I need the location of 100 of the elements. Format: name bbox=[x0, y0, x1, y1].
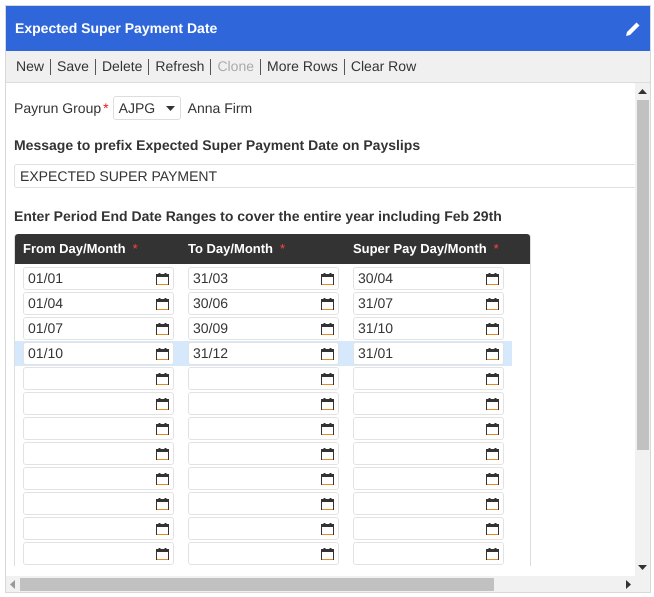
calendar-icon[interactable] bbox=[486, 522, 499, 534]
column-header: To Day/Month bbox=[188, 240, 273, 258]
window-title: Expected Super Payment Date bbox=[15, 19, 218, 38]
date-field[interactable] bbox=[23, 492, 174, 515]
date-field[interactable]: 30/04 bbox=[353, 267, 504, 290]
scroll-thumb[interactable] bbox=[20, 578, 494, 590]
horizontal-scrollbar[interactable] bbox=[6, 576, 650, 592]
section-heading: Message to prefix Expected Super Payment Date on Payslips bbox=[14, 136, 422, 155]
group-description: Anna Firm bbox=[188, 98, 252, 118]
calendar-icon[interactable] bbox=[156, 372, 169, 384]
date-field[interactable]: 31/01 bbox=[353, 342, 504, 365]
calendar-icon[interactable] bbox=[321, 522, 334, 534]
selected-row-highlight[interactable]: 01/10 31/12 31/01 bbox=[15, 341, 512, 366]
date-field[interactable] bbox=[23, 392, 174, 415]
calendar-icon[interactable] bbox=[156, 298, 169, 310]
date-field[interactable] bbox=[353, 517, 504, 540]
date-field[interactable] bbox=[353, 542, 504, 565]
calendar-icon[interactable] bbox=[321, 322, 334, 334]
date-field[interactable] bbox=[353, 467, 504, 490]
calendar-icon[interactable] bbox=[156, 322, 169, 334]
scroll-up-icon[interactable] bbox=[638, 89, 647, 94]
field-label: Payrun Group bbox=[14, 98, 102, 118]
calendar-icon[interactable] bbox=[321, 472, 334, 484]
calendar-icon[interactable] bbox=[156, 348, 169, 360]
calendar-icon[interactable] bbox=[321, 548, 334, 560]
required-mark: * bbox=[103, 98, 109, 118]
date-field[interactable] bbox=[23, 517, 174, 540]
calendar-icon[interactable] bbox=[486, 272, 499, 284]
calendar-icon[interactable] bbox=[486, 372, 499, 384]
calendar-icon[interactable] bbox=[156, 448, 169, 460]
calendar-icon[interactable] bbox=[321, 448, 334, 460]
calendar-icon[interactable] bbox=[486, 498, 499, 510]
calendar-icon[interactable] bbox=[156, 272, 169, 284]
date-field[interactable]: 01/04 bbox=[23, 292, 174, 315]
calendar-icon[interactable] bbox=[321, 272, 334, 284]
calendar-icon[interactable] bbox=[321, 398, 334, 410]
calendar-icon[interactable] bbox=[486, 348, 499, 360]
date-field[interactable] bbox=[188, 517, 339, 540]
date-field[interactable] bbox=[23, 442, 174, 465]
calendar-icon[interactable] bbox=[486, 398, 499, 410]
date-field[interactable] bbox=[188, 417, 339, 440]
calendar-icon[interactable] bbox=[156, 498, 169, 510]
date-field[interactable] bbox=[23, 467, 174, 490]
calendar-icon[interactable] bbox=[156, 472, 169, 484]
calendar-icon[interactable] bbox=[321, 498, 334, 510]
calendar-icon[interactable] bbox=[486, 448, 499, 460]
calendar-icon[interactable] bbox=[156, 522, 169, 534]
date-field[interactable]: 30/09 bbox=[188, 317, 339, 340]
date-field[interactable] bbox=[353, 392, 504, 415]
date-field[interactable]: 31/10 bbox=[353, 317, 504, 340]
calendar-icon[interactable] bbox=[486, 322, 499, 334]
date-field[interactable] bbox=[353, 492, 504, 515]
required-mark: * bbox=[280, 240, 286, 258]
date-field[interactable] bbox=[188, 442, 339, 465]
date-field[interactable] bbox=[188, 392, 339, 415]
date-field[interactable]: 30/06 bbox=[188, 292, 339, 315]
date-field[interactable] bbox=[353, 442, 504, 465]
toolbar-button[interactable]: Save bbox=[51, 56, 95, 77]
date-field[interactable] bbox=[188, 367, 339, 390]
date-field[interactable]: 31/03 bbox=[188, 267, 339, 290]
date-field[interactable] bbox=[188, 542, 339, 565]
vertical-scrollbar[interactable] bbox=[635, 83, 650, 576]
calendar-icon[interactable] bbox=[156, 422, 169, 434]
calendar-icon[interactable] bbox=[486, 298, 499, 310]
date-field[interactable]: 31/07 bbox=[353, 292, 504, 315]
date-field[interactable] bbox=[353, 367, 504, 390]
date-field[interactable]: 01/07 bbox=[23, 317, 174, 340]
date-field[interactable] bbox=[23, 542, 174, 565]
message-field[interactable]: EXPECTED SUPER PAYMENT bbox=[14, 164, 635, 188]
toolbar-button[interactable]: Refresh bbox=[149, 56, 210, 77]
calendar-icon[interactable] bbox=[486, 548, 499, 560]
column-header: From Day/Month bbox=[23, 240, 126, 258]
date-field[interactable] bbox=[353, 417, 504, 440]
date-field[interactable] bbox=[188, 492, 339, 515]
calendar-icon[interactable] bbox=[486, 422, 499, 434]
calendar-icon[interactable] bbox=[321, 298, 334, 310]
date-field[interactable]: 01/01 bbox=[23, 267, 174, 290]
required-mark: * bbox=[132, 240, 138, 258]
calendar-icon[interactable] bbox=[156, 548, 169, 560]
payrun-group-dropdown[interactable]: AJPG bbox=[112, 96, 181, 120]
toolbar-button[interactable]: Delete bbox=[96, 56, 148, 77]
calendar-icon[interactable] bbox=[156, 398, 169, 410]
calendar-icon[interactable] bbox=[486, 472, 499, 484]
toolbar-button[interactable]: Clear Row bbox=[344, 56, 422, 77]
column-header: Super Pay Day/Month bbox=[353, 240, 487, 258]
scroll-down-icon[interactable] bbox=[638, 565, 647, 570]
toolbar-button[interactable]: More Rows bbox=[261, 56, 344, 77]
caret-icon bbox=[166, 106, 175, 110]
date-field[interactable] bbox=[188, 467, 339, 490]
scroll-right-icon[interactable] bbox=[626, 580, 631, 588]
scroll-thumb[interactable] bbox=[636, 100, 648, 450]
date-field[interactable] bbox=[23, 417, 174, 440]
date-field[interactable]: 31/12 bbox=[188, 342, 339, 365]
edit-icon[interactable] bbox=[625, 20, 641, 36]
calendar-icon[interactable] bbox=[321, 372, 334, 384]
toolbar-button[interactable]: New bbox=[10, 56, 50, 77]
calendar-icon[interactable] bbox=[321, 348, 334, 360]
calendar-icon[interactable] bbox=[321, 422, 334, 434]
date-field[interactable]: 01/10 bbox=[23, 342, 174, 365]
date-field[interactable] bbox=[23, 367, 174, 390]
